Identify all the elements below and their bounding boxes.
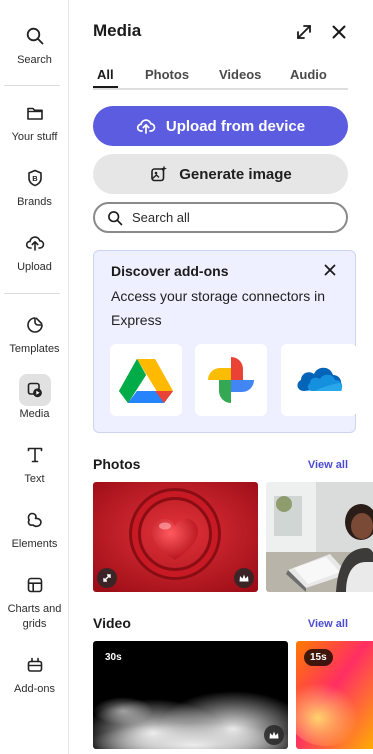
rail-item-media[interactable]: Media (0, 374, 69, 422)
generate-image-icon (151, 165, 168, 182)
rail-item-label: Templates (9, 343, 60, 355)
discover-addons-card: Discover add-ons Access your storage con… (93, 250, 357, 433)
tab-videos[interactable]: Videos (219, 67, 261, 82)
add-ons-icon (19, 649, 51, 681)
premium-crown-icon (264, 725, 284, 745)
charts-grids-icon (19, 569, 51, 601)
rail-item-text[interactable]: Text (0, 439, 69, 487)
video-view-all-link[interactable]: View all (308, 618, 348, 630)
rail-item-label: Search (17, 54, 52, 66)
rail-item-label: Upload (17, 261, 52, 273)
close-icon[interactable] (323, 263, 339, 279)
upload-from-device-button[interactable]: Upload from device (93, 106, 348, 146)
video-thumbnail-gradient[interactable]: 15s (296, 641, 373, 749)
left-rail: Search Your stuff B Brands Upload Templa… (0, 0, 69, 754)
svg-text:B: B (32, 174, 38, 183)
rail-divider (4, 293, 60, 294)
google-photos-icon (208, 357, 254, 403)
upload-cloud-icon (136, 119, 156, 134)
rail-item-label: Brands (17, 196, 52, 208)
tab-audio[interactable]: Audio (290, 67, 327, 82)
photos-view-all-link[interactable]: View all (308, 459, 348, 471)
generate-button-label: Generate image (179, 165, 292, 183)
video-duration: 15s (304, 649, 333, 666)
search-input[interactable] (132, 210, 332, 225)
brand-icon: B (19, 162, 51, 194)
rail-item-charts-and-grids[interactable]: Charts and grids (0, 569, 69, 632)
rail-item-add-ons[interactable]: Add-ons (0, 649, 69, 697)
search-bar (93, 202, 348, 233)
photo-thumbnail-heart[interactable] (93, 482, 258, 592)
photos-section-title: Photos (93, 456, 141, 472)
expand-icon[interactable] (294, 22, 314, 42)
photo-thumbnail-office[interactable] (266, 482, 373, 592)
google-photos-connector[interactable] (195, 344, 267, 416)
rail-item-label: Text (24, 473, 45, 485)
onedrive-connector[interactable] (281, 344, 357, 416)
generate-image-button[interactable]: Generate image (93, 154, 348, 194)
video-thumbnail-smoke[interactable]: 30s (93, 641, 288, 749)
panel-title: Media (93, 21, 142, 40)
tab-photos[interactable]: Photos (145, 67, 189, 82)
google-drive-connector[interactable] (110, 344, 182, 416)
rail-item-brands[interactable]: B Brands (0, 162, 69, 210)
media-tabs: All Photos Videos Audio (93, 66, 348, 90)
rail-item-label: Charts and grids (7, 603, 62, 630)
text-icon (19, 439, 51, 471)
rail-item-upload[interactable]: Upload (0, 227, 69, 275)
search-icon (19, 20, 51, 52)
rail-item-label: Add-ons (14, 683, 55, 695)
addons-title: Discover add-ons (111, 263, 229, 279)
folder-icon (19, 97, 51, 129)
close-icon[interactable] (329, 22, 349, 42)
rail-item-label: Media (19, 408, 50, 420)
tab-all[interactable]: All (97, 67, 114, 82)
media-panel: Media All Photos Videos Audio Upload fro… (70, 0, 373, 754)
resize-badge-icon (97, 568, 117, 588)
media-icon (18, 374, 51, 406)
active-tab-indicator (93, 86, 118, 88)
google-drive-icon (119, 359, 173, 403)
rail-divider (4, 85, 60, 86)
video-section-title: Video (93, 615, 131, 631)
premium-crown-icon (234, 568, 254, 588)
templates-icon (19, 309, 51, 341)
rail-item-elements[interactable]: Elements (0, 504, 69, 552)
video-duration: 30s (105, 652, 122, 663)
search-icon (108, 210, 123, 225)
rail-item-search[interactable]: Search (0, 20, 69, 68)
rail-item-label: Your stuff (11, 131, 58, 143)
rail-item-templates[interactable]: Templates (0, 309, 69, 357)
rail-item-your-stuff[interactable]: Your stuff (0, 97, 69, 145)
elements-icon (19, 504, 51, 536)
rail-item-label: Elements (11, 538, 58, 550)
onedrive-icon (297, 367, 343, 391)
office-photo-image (266, 482, 373, 592)
upload-cloud-icon (19, 227, 51, 259)
addons-description: Access your storage connectors in Expres… (111, 288, 325, 328)
upload-button-label: Upload from device (165, 117, 306, 135)
